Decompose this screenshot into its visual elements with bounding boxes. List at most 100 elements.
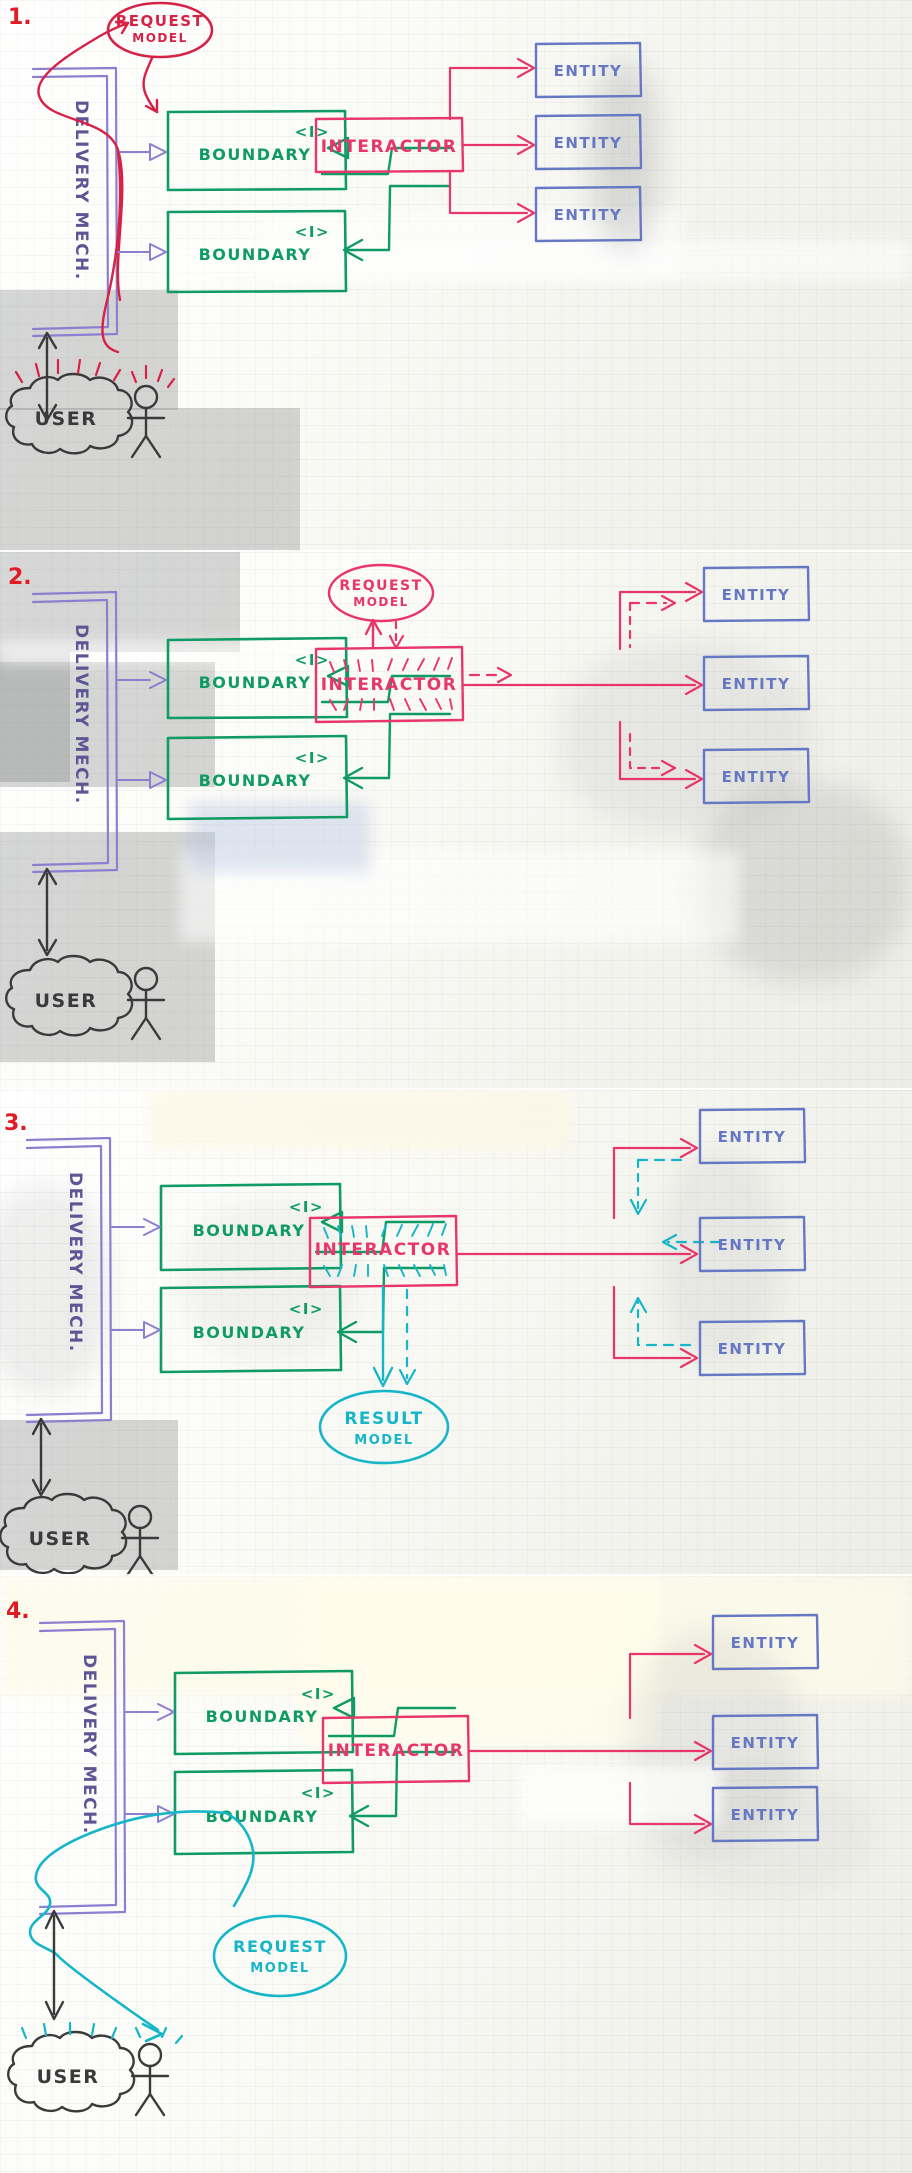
edge-delivery-to-boundary-out-2: [117, 771, 167, 789]
entity-2-2[interactable]: ENTITY: [702, 654, 811, 712]
panel-3: 3. DELIVERY MECH. <I> BOUNDARY <I> BOUND…: [0, 1090, 912, 1576]
entity-3-label-3: ENTITY: [718, 1340, 787, 1358]
edge-interactor-to-entity-3-2: [618, 720, 704, 790]
edge-interactor-to-entity-1-2: [618, 581, 704, 651]
user-cloud-4[interactable]: USER: [7, 2030, 136, 2113]
interactor-2[interactable]: INTERACTOR: [314, 645, 465, 724]
actor-stick-figure-1[interactable]: [126, 384, 166, 459]
entity-1-1[interactable]: ENTITY: [534, 41, 643, 99]
edge-request-to-interactor-2: [388, 620, 405, 650]
interactor-label-3: INTERACTOR: [315, 1240, 452, 1260]
panel-number-1: 1.: [8, 5, 32, 30]
edge-interactor-to-boundary-out-1: [342, 184, 452, 262]
panel-3-drawing: 3. DELIVERY MECH. <I> BOUNDARY <I> BOUND…: [0, 1107, 807, 1576]
entity-1-label-3: ENTITY: [718, 1128, 787, 1146]
entity-2-label-3: ENTITY: [718, 1236, 787, 1254]
boundary-out-label-2: BOUNDARY: [199, 771, 312, 790]
delivery-mech-label-2: DELIVERY MECH.: [71, 624, 91, 805]
edge-interactor-to-entity-3-1: [448, 169, 536, 224]
entity-2-3[interactable]: ENTITY: [698, 1215, 807, 1273]
request-model-line1-2: REQUEST: [339, 578, 422, 594]
boundary-out-1[interactable]: <I> BOUNDARY: [166, 209, 348, 294]
user-cloud-2[interactable]: USER: [5, 954, 134, 1037]
result-model-line2-3: MODEL: [354, 1433, 413, 1448]
entity-3-4[interactable]: ENTITY: [711, 1785, 820, 1843]
user-cloud-3[interactable]: USER: [0, 1492, 128, 1575]
edge-request-to-boundary-1: [142, 56, 159, 114]
edge-interactor-to-result-dashed-3: [398, 1288, 417, 1386]
entity-3-2[interactable]: ENTITY: [702, 747, 811, 805]
edge-entity-2-to-interactor-3: [661, 1233, 722, 1251]
edge-interactor-to-boundary-out-2: [342, 712, 452, 790]
entity-3-3[interactable]: ENTITY: [698, 1319, 807, 1377]
panel-4-drawing: 4. DELIVERY MECH. <I> BOUNDARY <I> BOUND…: [6, 1599, 820, 2117]
request-model-line2-4: MODEL: [250, 1961, 309, 1976]
request-model-line2-1: MODEL: [132, 31, 187, 45]
entity-2-4[interactable]: ENTITY: [711, 1713, 820, 1771]
edge-user-delivery-3: [31, 1417, 52, 1497]
actor-stick-figure-4[interactable]: [130, 2042, 170, 2117]
delivery-mech-label-3: DELIVERY MECH.: [65, 1172, 85, 1353]
panel-2: 2. DELIVERY MECH. <I> BOUNDARY <I> BOUND…: [0, 552, 912, 1090]
delivery-mech-label-4: DELIVERY MECH.: [79, 1654, 99, 1835]
user-label-3: USER: [29, 1528, 92, 1550]
request-model-line2-2: MODEL: [353, 595, 408, 609]
edge-interactor-to-entity-2-2: [461, 666, 704, 696]
boundary-out-2[interactable]: <I> BOUNDARY: [166, 734, 349, 821]
edge-interactor-to-boundary-out-3: [336, 1266, 446, 1344]
user-label-1: USER: [35, 408, 98, 430]
edge-delivery-to-boundary-in-3: [111, 1218, 161, 1236]
boundary-in-label-3: BOUNDARY: [193, 1221, 306, 1240]
entity-2-1[interactable]: ENTITY: [534, 113, 643, 171]
edge-user-delivery-4: [44, 1909, 65, 2021]
edge-interactor-to-entity-2-3: [455, 1243, 699, 1265]
entity-3-label-4: ENTITY: [731, 1806, 800, 1824]
result-model-3[interactable]: RESULT MODEL: [318, 1389, 450, 1465]
boundary-in-stereotype-4: <I>: [301, 1685, 336, 1703]
edge-delivery-to-boundary-out-1: [117, 243, 167, 261]
edge-interactor-to-entity-2-1: [461, 134, 536, 156]
edge-request-to-actor-4: [56, 1954, 160, 2032]
entity-3-label-2: ENTITY: [722, 768, 791, 786]
entity-1-3[interactable]: ENTITY: [698, 1107, 807, 1165]
boundary-out-label-3: BOUNDARY: [193, 1323, 306, 1342]
boundary-in-label-4: BOUNDARY: [206, 1707, 319, 1726]
edge-interactor-to-entity-1-4: [628, 1643, 713, 1720]
request-model-2[interactable]: REQUEST MODEL: [327, 563, 435, 623]
panel-number-2: 2.: [8, 565, 32, 590]
panel-number-3: 3.: [4, 1111, 28, 1136]
boundary-in-1[interactable]: <I> BOUNDARY: [166, 109, 348, 192]
request-model-4[interactable]: REQUEST MODEL: [212, 1914, 348, 1998]
edge-interactor-to-entity-1-1: [448, 57, 536, 121]
edge-request-loop-left-4: [28, 1810, 228, 1958]
entity-2-label-1: ENTITY: [554, 134, 623, 152]
boundary-out-stereotype-1: <I>: [295, 223, 330, 241]
boundary-out-stereotype-3: <I>: [289, 1300, 324, 1318]
user-cloud-1[interactable]: USER: [5, 372, 134, 455]
entity-1-4[interactable]: ENTITY: [711, 1613, 820, 1671]
interactor-label-1: INTERACTOR: [321, 137, 458, 157]
actor-stick-figure-3[interactable]: [120, 1504, 160, 1576]
edge-request-loop-right-4: [224, 1811, 255, 1908]
boundary-in-4[interactable]: <I> BOUNDARY: [173, 1669, 355, 1756]
panel-4: 4. DELIVERY MECH. <I> BOUNDARY <I> BOUND…: [0, 1576, 912, 2173]
delivery-mech-label-1: DELIVERY MECH.: [71, 100, 91, 281]
request-model-line1-4: REQUEST: [233, 1937, 327, 1956]
entity-2-label-4: ENTITY: [731, 1734, 800, 1752]
interactor-label-4: INTERACTOR: [328, 1741, 465, 1761]
panel-2-drawing: 2. DELIVERY MECH. <I> BOUNDARY <I> BOUND…: [5, 563, 811, 1041]
boundary-out-stereotype-2: <I>: [295, 749, 330, 767]
boundary-out-3[interactable]: <I> BOUNDARY: [159, 1284, 343, 1374]
entity-3-1[interactable]: ENTITY: [534, 185, 643, 243]
boundary-out-stereotype-4: <I>: [301, 1784, 336, 1802]
edge-interactor-to-entity-3-4: [628, 1781, 713, 1835]
edge-interactor-to-entity-1-3: [612, 1137, 699, 1220]
edge-entity-1-to-interactor-3: [629, 1158, 684, 1216]
actor-stick-figure-2[interactable]: [126, 966, 166, 1041]
entity-1-2[interactable]: ENTITY: [702, 565, 811, 623]
panel-1: 1. DELIVERY MECH. REQUEST MODEL <I> BOUN…: [0, 0, 912, 552]
diagram-page: 1. DELIVERY MECH. REQUEST MODEL <I> BOUN…: [0, 0, 912, 2173]
entity-2-label-2: ENTITY: [722, 675, 791, 693]
panel-1-drawing: 1. DELIVERY MECH. REQUEST MODEL <I> BOUN…: [5, 1, 643, 459]
edge-delivery-to-boundary-in-2: [117, 671, 167, 689]
